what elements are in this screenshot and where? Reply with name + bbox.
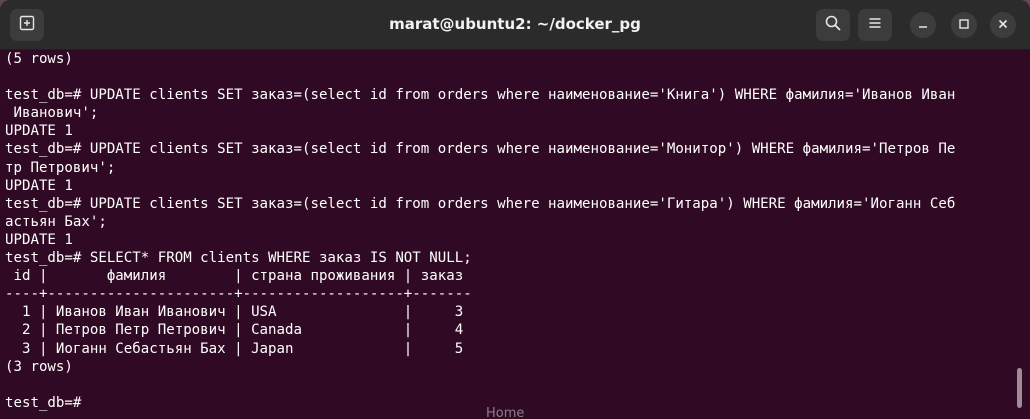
terminal-line: test_db=# UPDATE clients SET заказ=(sele… xyxy=(5,141,956,158)
terminal-line: тр Петрович'; xyxy=(5,159,116,176)
terminal-line: (3 rows) xyxy=(5,358,73,375)
terminal-line: (5 rows) xyxy=(5,51,73,67)
table-row: 2 | Петров Петр Петрович | Canada | 4 xyxy=(5,322,464,339)
scrollbar[interactable] xyxy=(1017,368,1022,408)
table-row: 3 | Иоганн Себастьян Бах | Japan | 5 xyxy=(5,340,464,357)
terminal-line: test_db=# UPDATE clients SET заказ=(sele… xyxy=(5,87,956,104)
terminal-line: астьян Бах'; xyxy=(5,213,107,230)
title-bar: marat@ubuntu2: ~/docker_pg xyxy=(0,0,1030,50)
search-button[interactable] xyxy=(816,9,850,41)
close-button[interactable] xyxy=(990,12,1016,38)
minimize-button[interactable] xyxy=(910,12,936,38)
terminal-window: marat@ubuntu2: ~/docker_pg (5 rows) test… xyxy=(0,0,1030,419)
terminal-line: UPDATE 1 xyxy=(5,123,73,140)
terminal-line: UPDATE 1 xyxy=(5,231,73,248)
terminal-line: test_db=# UPDATE clients SET заказ=(sele… xyxy=(5,195,956,212)
table-header-row: id | фамилия | страна проживания | заказ xyxy=(5,268,464,285)
background-home-label: Home xyxy=(486,406,525,419)
terminal-line: test_db=# SELECT* FROM clients WHERE зак… xyxy=(5,250,472,267)
maximize-icon xyxy=(959,16,969,34)
table-separator: ----+----------------------+------------… xyxy=(5,286,472,303)
minimize-icon xyxy=(918,16,928,34)
hamburger-menu-icon xyxy=(868,16,882,35)
close-icon xyxy=(998,16,1008,34)
terminal-line: UPDATE 1 xyxy=(5,177,73,194)
table-row: 1 | Иванов Иван Иванович | USA | 3 xyxy=(5,304,464,321)
maximize-button[interactable] xyxy=(951,12,977,38)
terminal-line: Иванович'; xyxy=(5,105,99,122)
terminal-output[interactable]: (5 rows) test_db=# UPDATE clients SET за… xyxy=(5,50,1015,419)
menu-button[interactable] xyxy=(858,9,892,41)
search-icon xyxy=(825,15,841,36)
